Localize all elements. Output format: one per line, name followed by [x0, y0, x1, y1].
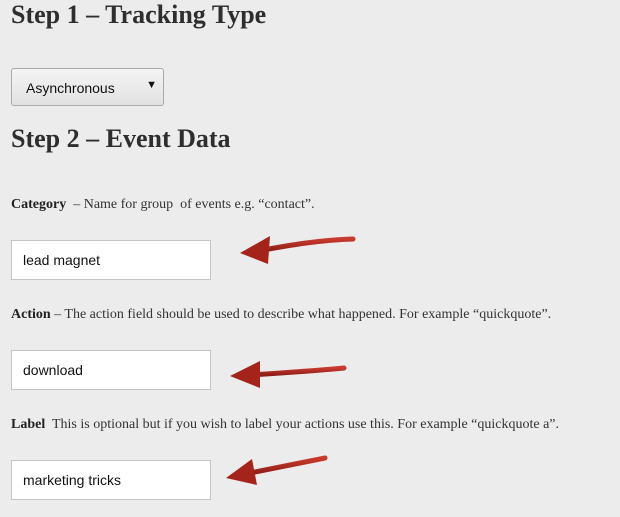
action-label: Action: [11, 307, 51, 322]
arrow-label-icon: [226, 455, 328, 485]
label-label: Label: [11, 417, 46, 432]
arrow-action-icon: [230, 361, 347, 388]
action-help-text: – The action field should be used to des…: [50, 307, 552, 322]
arrow-category-icon: [240, 236, 356, 264]
category-input[interactable]: lead magnet: [11, 240, 211, 280]
tracking-type-selected-value: Asynchronous: [26, 80, 115, 96]
step1-title: Step 1 – Tracking Type: [11, 0, 267, 29]
tracking-type-select[interactable]: Asynchronous ▼: [11, 68, 164, 106]
dropdown-caret-icon: ▼: [146, 79, 157, 91]
category-description: Category – Name for group of events e.g.…: [11, 196, 315, 214]
action-description: Action – The action field should be used…: [11, 306, 551, 324]
category-help-text: – Name for group of events e.g. “contact…: [66, 197, 315, 212]
label-description: Label This is optional but if you wish t…: [11, 416, 559, 434]
action-input[interactable]: download: [11, 350, 211, 390]
label-help-text: This is optional but if you wish to labe…: [45, 417, 560, 432]
category-label: Category: [11, 197, 67, 212]
label-input[interactable]: marketing tricks: [11, 460, 211, 500]
step2-title: Step 2 – Event Data: [11, 124, 231, 153]
